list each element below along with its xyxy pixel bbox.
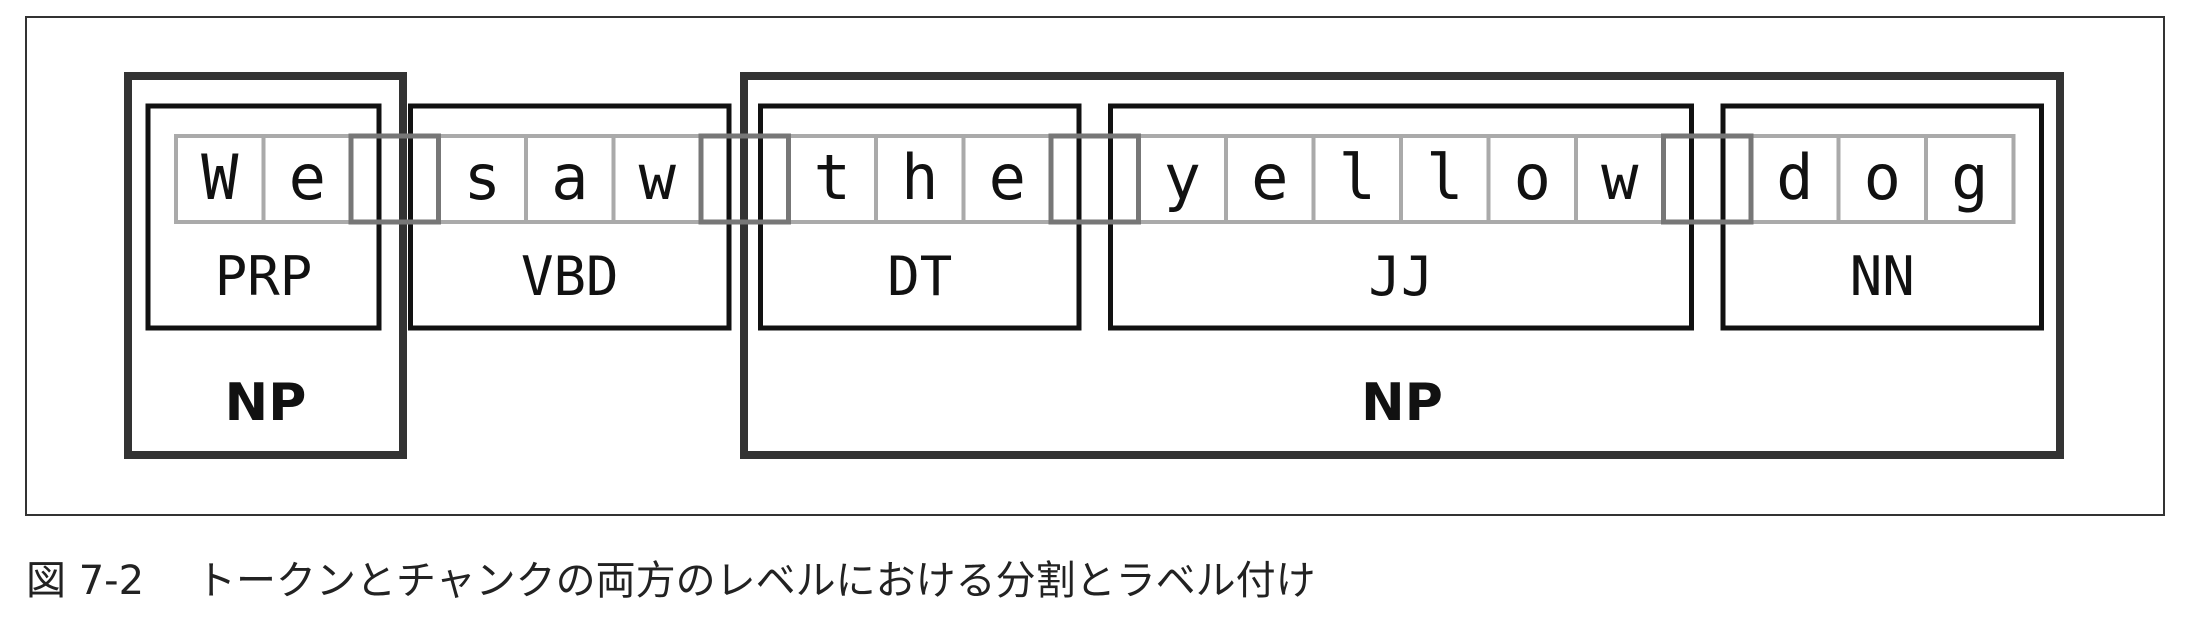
character-glyph: e: [989, 141, 1026, 214]
character-glyph: e: [1251, 141, 1288, 214]
character-glyph: o: [1514, 141, 1551, 214]
figure-caption: 図 7-2 トークンとチャンクの両方のレベルにおける分割とラベル付け: [26, 548, 1316, 608]
character-glyph: y: [1164, 141, 1201, 214]
segmentation-diagram: NP NP PRP VBD DT JJ NN We saw the yellow dog: [25, 16, 2165, 516]
character-glyph: l: [1339, 141, 1376, 214]
chunk-label: NP: [225, 373, 307, 433]
character-glyph: a: [551, 141, 588, 214]
character-glyph: W: [201, 141, 239, 214]
character-glyph: g: [1951, 141, 1988, 214]
chunk-label: NP: [1361, 373, 1443, 433]
caption-text: トークンとチャンクの両方のレベルにおける分割とラベル付け: [196, 558, 1316, 604]
character-glyph: l: [1426, 141, 1463, 214]
character-glyph: e: [289, 141, 326, 214]
character-glyph: s: [464, 141, 501, 214]
character-glyph: d: [1776, 141, 1813, 214]
character-glyph: w: [639, 141, 677, 214]
token-tag: VBD: [521, 245, 619, 308]
character-glyph: h: [901, 141, 938, 214]
token-tag: NN: [1850, 245, 1915, 308]
token-tag: DT: [887, 245, 952, 308]
token-tag: PRP: [215, 245, 313, 308]
character-glyph: w: [1601, 141, 1639, 214]
token-tag: JJ: [1368, 245, 1433, 308]
character-glyph: o: [1864, 141, 1901, 214]
character-glyph: t: [814, 141, 851, 214]
caption-number: 図 7-2: [26, 558, 145, 604]
